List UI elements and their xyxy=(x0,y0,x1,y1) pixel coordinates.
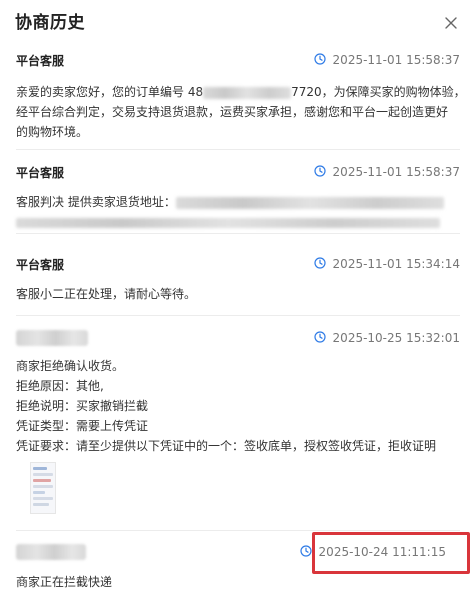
clock-icon xyxy=(313,165,326,177)
clock-icon xyxy=(299,545,312,557)
divider xyxy=(16,315,460,316)
redacted-order-number xyxy=(203,86,292,99)
time-text: 2025-11-01 15:34:14 xyxy=(332,257,460,271)
record-message: 亲爱的卖家您好，您的订单编号 48 7720，为保障买家的购物体验， 经平台综合判… xyxy=(16,82,466,142)
redacted-sender-name xyxy=(16,544,86,560)
address-label: 客服判决 提供卖家退货地址： xyxy=(16,195,176,209)
record-message: 客服小二正在处理，请耐心等待。 xyxy=(16,284,460,304)
history-record: 平台客服 2025-11-01 15:34:14 客服小二正在处理，请耐心等待。 xyxy=(16,256,460,306)
clock-icon xyxy=(313,331,326,343)
evidence-thumbnail[interactable] xyxy=(30,462,56,514)
message-line: 拒绝原因：其他, xyxy=(16,379,104,393)
message-line: 商家拒绝确认收货。 xyxy=(16,359,125,373)
time-text: 2025-10-24 11:11:15 xyxy=(318,545,446,559)
clock-icon xyxy=(313,257,326,269)
record-time: 2025-10-24 11:11:15 xyxy=(299,544,446,560)
clock-icon xyxy=(313,53,326,65)
record-time: 2025-11-01 15:58:37 xyxy=(313,52,460,68)
history-record: 平台客服 2025-11-01 15:58:37 客服判决 提供卖家退货地址： xyxy=(16,164,460,228)
dialog-title: 协商历史 xyxy=(15,13,85,33)
record-time: 2025-10-25 15:32:01 xyxy=(313,330,460,346)
message-line xyxy=(16,212,460,232)
message-line: 亲爱的卖家您好，您的订单编号 48 7720，为保障买家的购物体验， xyxy=(16,82,466,102)
message-line: 凭证类型：需要上传凭证 xyxy=(16,419,149,433)
history-record: 2025-10-25 15:32:01 商家拒绝确认收货。 拒绝原因：其他, 拒… xyxy=(16,330,460,520)
divider xyxy=(16,149,460,150)
message-line: 经平台综合判定，交易支持退货退款，运费买家承担，感谢您和平台一起创造更好 xyxy=(16,105,449,119)
sender-name: 平台客服 xyxy=(16,54,65,68)
history-record: 2025-10-24 11:11:15 商家正在拦截快递 xyxy=(16,544,460,594)
dialog-header: 协商历史 xyxy=(0,0,476,44)
record-message: 客服判决 提供卖家退货地址： xyxy=(16,192,460,232)
redacted-address-continued xyxy=(16,217,440,228)
history-record: 平台客服 2025-11-01 15:58:37 亲爱的卖家您好，您的订单编号 … xyxy=(16,52,466,148)
time-text: 2025-10-25 15:32:01 xyxy=(332,331,460,345)
sender-name: 平台客服 xyxy=(16,166,65,180)
divider xyxy=(16,233,460,234)
message-line: 客服小二正在处理，请耐心等待。 xyxy=(16,287,197,301)
divider xyxy=(16,530,460,531)
redacted-sender-name xyxy=(16,330,88,346)
message-line: 商家正在拦截快递 xyxy=(16,575,113,589)
message-line: 客服判决 提供卖家退货地址： xyxy=(16,192,460,212)
record-time: 2025-11-01 15:34:14 xyxy=(313,256,460,272)
message-line: 的购物环境。 xyxy=(16,125,89,139)
time-text: 2025-11-01 15:58:37 xyxy=(332,53,460,67)
time-text: 2025-11-01 15:58:37 xyxy=(332,165,460,179)
sender-name: 平台客服 xyxy=(16,258,65,272)
redacted-address xyxy=(175,196,444,209)
order-text-suffix: 7720，为保障买家的购物体验， xyxy=(291,85,466,99)
record-time: 2025-11-01 15:58:37 xyxy=(313,164,460,180)
record-message: 商家正在拦截快递 xyxy=(16,572,460,592)
message-line: 凭证要求：请至少提供以下凭证中的一个：签收底单，授权签收凭证，拒收证明 xyxy=(16,439,437,453)
close-icon[interactable] xyxy=(440,12,462,34)
message-line: 拒绝说明：买家撤销拦截 xyxy=(16,399,149,413)
record-message: 商家拒绝确认收货。 拒绝原因：其他, 拒绝说明：买家撤销拦截 凭证类型：需要上传… xyxy=(16,356,460,456)
negotiation-history-dialog: 协商历史 平台客服 2025-11-01 15:58:37 亲爱的卖家您好，您的… xyxy=(0,0,476,612)
order-text-prefix: 亲爱的卖家您好，您的订单编号 48 xyxy=(16,85,204,99)
